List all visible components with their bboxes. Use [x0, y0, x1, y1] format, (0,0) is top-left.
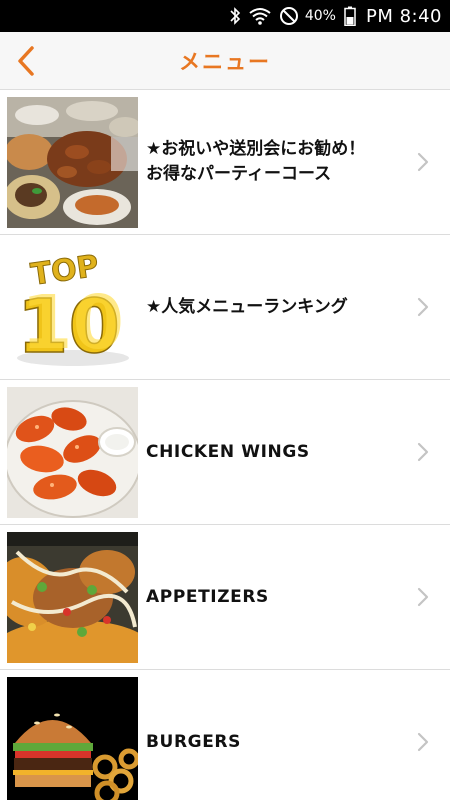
battery-percent: 40% — [304, 8, 336, 24]
chevron-right-icon — [417, 442, 429, 462]
battery-icon — [344, 6, 356, 26]
menu-item-ranking[interactable]: TOP 10 10 ★人気メニューランキング — [0, 235, 450, 380]
status-bar: 40% PM 8:40 — [0, 0, 450, 32]
menu-item-burgers[interactable]: BURGERS — [0, 670, 450, 800]
party-course-photo — [7, 97, 138, 228]
menu-item-label: APPETIZERS — [146, 586, 269, 607]
menu-list: ★お祝いや送別会にお勧め！ お得なパーティーコース TOP 10 10 ★人気メ… — [0, 90, 450, 800]
bluetooth-icon — [229, 7, 241, 25]
menu-item-label: ★お祝いや送別会にお勧め！ お得なパーティーコース — [146, 139, 366, 184]
status-clock: PM 8:40 — [365, 5, 442, 27]
menu-item-label: BURGERS — [146, 731, 241, 752]
svg-text:10: 10 — [21, 280, 124, 366]
chevron-right-icon — [417, 732, 429, 752]
appetizers-photo — [7, 532, 138, 663]
chevron-left-icon — [18, 46, 34, 76]
chevron-right-icon — [417, 152, 429, 172]
do-not-disturb-icon — [279, 6, 299, 26]
menu-item-appetizers[interactable]: APPETIZERS — [0, 525, 450, 670]
menu-item-label: CHICKEN WINGS — [146, 441, 310, 462]
burgers-photo — [7, 677, 138, 800]
chicken-wings-photo — [7, 387, 138, 518]
menu-item-chicken-wings[interactable]: CHICKEN WINGS — [0, 380, 450, 525]
menu-item-label: ★人気メニューランキング — [146, 296, 348, 317]
back-button[interactable] — [6, 32, 46, 90]
page-title: メニュー — [179, 49, 271, 74]
chevron-right-icon — [417, 297, 429, 317]
chevron-right-icon — [417, 587, 429, 607]
app-header: メニュー — [0, 32, 450, 90]
wifi-icon — [249, 7, 271, 25]
top-10-graphic: TOP 10 10 — [7, 242, 138, 373]
menu-item-party-course[interactable]: ★お祝いや送別会にお勧め！ お得なパーティーコース — [0, 90, 450, 235]
